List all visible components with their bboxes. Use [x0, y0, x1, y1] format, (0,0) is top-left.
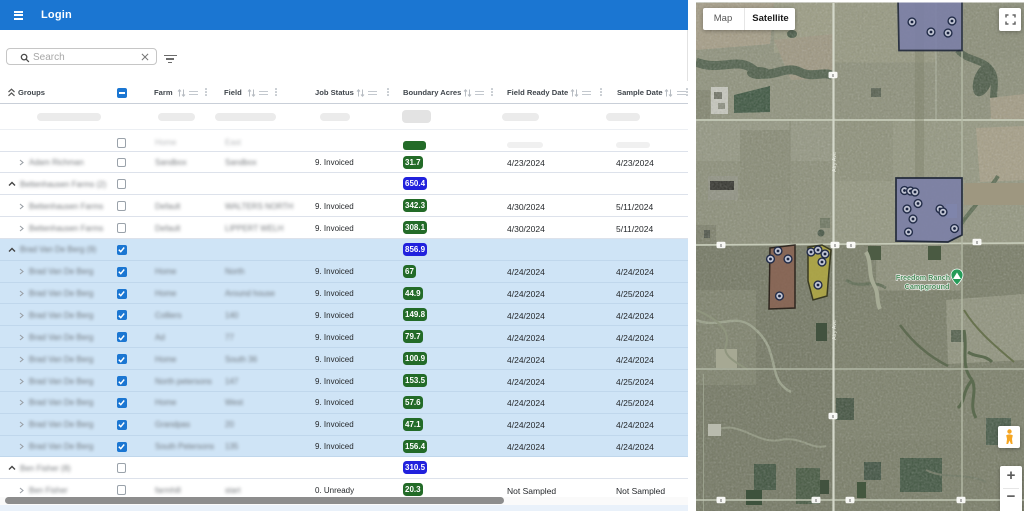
svg-text:Airy Ave: Airy Ave: [832, 320, 838, 340]
svg-text:Airy Ave: Airy Ave: [832, 152, 838, 172]
svg-text:Campground: Campground: [905, 282, 950, 291]
svg-text:Freedom Ranch: Freedom Ranch: [896, 273, 950, 282]
